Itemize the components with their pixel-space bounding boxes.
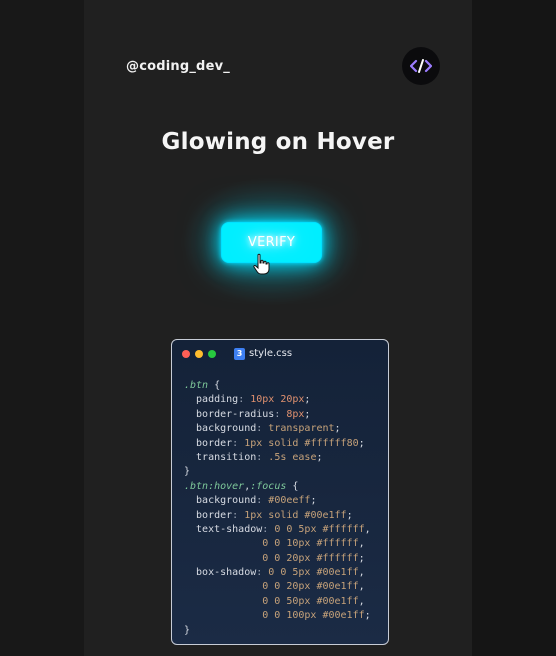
code-line: transition: .5s ease; bbox=[184, 451, 371, 465]
code-token: 8px bbox=[286, 408, 305, 420]
code-editor-window: 3 style.css .btn { padding: 10px 20px; b… bbox=[171, 339, 389, 645]
code-token: border-radius bbox=[184, 408, 275, 420]
code-line: border: 1px solid #00e1ff; bbox=[184, 509, 371, 523]
code-brackets-icon bbox=[402, 47, 440, 85]
code-line: .btn { bbox=[184, 379, 371, 393]
code-line: .btn:hover,:focus { bbox=[184, 480, 371, 494]
code-line: 0 0 20px #00e1ff, bbox=[184, 580, 371, 594]
code-line: 0 0 20px #ffffff; bbox=[184, 552, 371, 566]
code-token: : bbox=[238, 394, 251, 406]
code-line: 0 0 100px #00e1ff; bbox=[184, 609, 371, 623]
code-token: , bbox=[358, 595, 365, 607]
code-token: padding bbox=[184, 394, 239, 406]
code-token: : bbox=[274, 408, 287, 420]
code-token: { bbox=[208, 380, 221, 391]
code-token: : bbox=[232, 509, 245, 521]
page-title: Glowing on Hover bbox=[161, 129, 395, 155]
editor-titlebar: 3 style.css bbox=[172, 340, 388, 368]
code-token: ; bbox=[316, 451, 323, 463]
code-token: transparent bbox=[268, 423, 335, 435]
code-token: transition bbox=[184, 451, 257, 463]
code-token: 0 0 100px #00e1ff bbox=[184, 610, 365, 622]
code-token: ; bbox=[304, 408, 311, 420]
code-line: text-shadow: 0 0 5px #ffffff, bbox=[184, 523, 371, 537]
code-token: ; bbox=[358, 437, 365, 449]
code-token: , bbox=[358, 567, 365, 579]
code-line: background: transparent; bbox=[184, 422, 371, 436]
hand-pointer-icon bbox=[253, 253, 270, 275]
code-token: } bbox=[184, 466, 191, 478]
code-token: ; bbox=[358, 552, 365, 564]
code-token: border bbox=[184, 437, 233, 449]
code-token: , bbox=[358, 581, 365, 593]
code-token: 1px solid #ffffff80 bbox=[244, 437, 359, 449]
minimize-dot-icon bbox=[195, 350, 203, 358]
verify-button[interactable]: VERIFY bbox=[221, 222, 322, 263]
code-token: 0 0 50px #00e1ff bbox=[184, 595, 359, 607]
code-token: { bbox=[286, 480, 299, 492]
code-token: , bbox=[364, 523, 371, 535]
code-line: box-shadow: 0 0 5px #00e1ff, bbox=[184, 566, 371, 580]
code-token: ; bbox=[346, 509, 353, 521]
code-token: : bbox=[256, 495, 269, 507]
video-frame: @coding_dev_ Glowing on Hover VERIFY 3 s… bbox=[0, 0, 556, 656]
code-token: background bbox=[184, 495, 257, 507]
code-line: } bbox=[184, 465, 371, 479]
code-token: } bbox=[184, 624, 191, 636]
code-token: :focus bbox=[250, 480, 287, 492]
code-token: ; bbox=[364, 610, 371, 622]
code-line: border: 1px solid #ffffff80; bbox=[184, 437, 371, 451]
code-token: : bbox=[256, 451, 269, 463]
code-token: : bbox=[232, 437, 245, 449]
code-line: 0 0 50px #00e1ff, bbox=[184, 595, 371, 609]
code-line: background: #00eeff; bbox=[184, 494, 371, 508]
code-token: .btn bbox=[184, 380, 209, 391]
code-token: : bbox=[262, 523, 275, 535]
code-line: } bbox=[184, 624, 371, 638]
maximize-dot-icon bbox=[208, 350, 216, 358]
code-token: border bbox=[184, 509, 233, 521]
code-token: ; bbox=[304, 394, 311, 406]
code-token: : bbox=[256, 423, 269, 435]
code-token: , bbox=[358, 538, 365, 550]
css-file-icon: 3 bbox=[234, 348, 245, 360]
code-token: background bbox=[184, 423, 257, 435]
code-token: 1px solid #00e1ff bbox=[244, 509, 347, 521]
close-dot-icon bbox=[182, 350, 190, 358]
code-token: 0 0 5px #ffffff bbox=[274, 523, 365, 535]
code-token: .5s ease bbox=[268, 451, 317, 463]
left-letterbox bbox=[0, 0, 84, 656]
code-token: ; bbox=[310, 495, 317, 507]
code-token: 10px 20px bbox=[250, 394, 305, 406]
code-token: .btn:hover bbox=[184, 480, 245, 492]
code-token: 0 0 20px #00e1ff bbox=[184, 581, 359, 593]
code-token: 0 0 20px #ffffff bbox=[184, 552, 359, 564]
right-letterbox bbox=[472, 0, 556, 656]
code-token: 0 0 10px #ffffff bbox=[184, 538, 359, 550]
code-line: padding: 10px 20px; bbox=[184, 393, 371, 407]
code-block: .btn { padding: 10px 20px; border-radius… bbox=[184, 379, 371, 638]
code-token: #00eeff bbox=[268, 495, 311, 507]
code-token: ; bbox=[334, 423, 341, 435]
author-handle: @coding_dev_ bbox=[126, 59, 230, 74]
code-token: box-shadow bbox=[184, 567, 257, 579]
code-line: border-radius: 8px; bbox=[184, 408, 371, 422]
file-name: style.css bbox=[249, 348, 293, 359]
code-line: 0 0 10px #ffffff, bbox=[184, 537, 371, 551]
code-token: 0 0 5px #00e1ff bbox=[268, 567, 359, 579]
code-token: text-shadow bbox=[184, 523, 263, 535]
code-token: : bbox=[256, 567, 269, 579]
